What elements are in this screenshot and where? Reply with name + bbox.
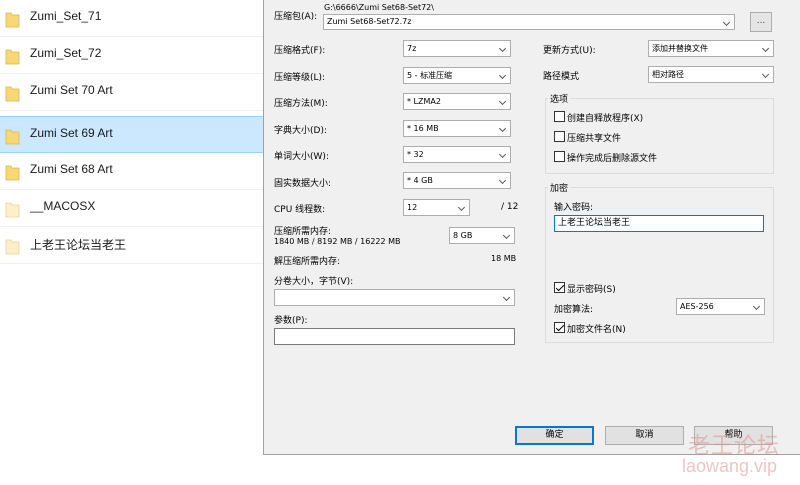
chevron-down-icon	[759, 67, 773, 82]
chevron-down-icon	[496, 41, 510, 56]
shared-files-checkbox[interactable]	[554, 131, 565, 142]
format-label: 压缩格式(F):	[274, 46, 326, 56]
archive-path: G:\6666\Zumi Set68-Set72\	[324, 3, 434, 12]
chevron-down-icon	[496, 121, 510, 136]
chevron-down-icon	[500, 290, 514, 305]
format-select[interactable]: 7z	[403, 40, 511, 57]
file-list-pane: Zumi_Set_71 Zumi_Set_72 Zumi Set 70 Art …	[0, 0, 263, 485]
dict-size-value: * 16 MB	[407, 124, 439, 133]
solid-block-select[interactable]: * 4 GB	[403, 172, 511, 189]
folder-icon	[5, 12, 20, 28]
file-row-zumi-set-72[interactable]: Zumi_Set_72	[0, 37, 263, 74]
chevron-down-icon[interactable]	[720, 15, 734, 29]
update-mode-select[interactable]: 添加并替换文件	[648, 40, 774, 57]
format-value: 7z	[407, 44, 417, 53]
word-size-label: 单词大小(W):	[274, 152, 329, 162]
decompress-memory-value: 18 MB	[491, 254, 517, 263]
word-size-value: * 32	[407, 150, 424, 159]
archive-name-combo[interactable]: Zumi Set68-Set72.7z	[323, 14, 735, 30]
chevron-down-icon	[496, 94, 510, 109]
chevron-down-icon	[496, 147, 510, 162]
solid-block-label: 固实数据大小:	[274, 179, 332, 189]
file-row-zumi-set-69-art[interactable]: Zumi Set 69 Art	[0, 116, 263, 153]
file-row-laowang[interactable]: 上老王论坛当老王	[0, 227, 263, 264]
cpu-threads-label: CPU 线程数:	[274, 205, 326, 215]
show-password-checkbox[interactable]	[554, 282, 565, 293]
password-label: 输入密码:	[554, 203, 594, 213]
update-mode-value: 添加并替换文件	[652, 44, 708, 53]
file-row-zumi-set-70-art[interactable]: Zumi Set 70 Art	[0, 74, 263, 111]
chevron-down-icon	[455, 200, 469, 215]
chevron-down-icon	[759, 41, 773, 56]
cpu-threads-max: / 12	[501, 202, 519, 212]
chevron-down-icon	[750, 299, 764, 314]
file-row-macosx[interactable]: __MACOSX	[0, 190, 263, 227]
add-to-archive-dialog: 压缩包(A): G:\6666\Zumi Set68-Set72\ Zumi S…	[263, 0, 800, 455]
folder-icon	[5, 239, 20, 255]
encrypt-names-checkbox[interactable]	[554, 322, 565, 333]
file-name: Zumi Set 68 Art	[30, 162, 113, 176]
browse-button[interactable]: ...	[750, 12, 772, 32]
memory-limit-value: 8 GB	[453, 231, 473, 240]
level-select[interactable]: 5 - 标准压缩	[403, 67, 511, 84]
folder-icon	[5, 165, 20, 181]
path-mode-label: 路径模式	[543, 72, 580, 82]
word-size-select[interactable]: * 32	[403, 146, 511, 163]
ok-button[interactable]: 确定	[515, 426, 594, 445]
path-mode-value: 相对路径	[652, 70, 684, 79]
compress-memory-detail: 1840 MB / 8192 MB / 16222 MB	[274, 237, 401, 246]
decompress-memory-label: 解压缩所需内存:	[274, 257, 341, 267]
options-title: 选项	[548, 92, 571, 105]
delete-after-label: 操作完成后删除源文件	[567, 154, 658, 164]
chevron-down-icon	[496, 68, 510, 83]
dict-size-label: 字典大小(D):	[274, 126, 327, 136]
path-mode-select[interactable]: 相对路径	[648, 66, 774, 83]
method-label: 压缩方法(M):	[274, 99, 328, 109]
folder-icon	[5, 129, 20, 145]
level-value: 5 - 标准压缩	[407, 71, 453, 80]
cpu-threads-select[interactable]: 12	[403, 199, 470, 216]
encryption-title: 加密	[548, 181, 571, 194]
file-name: Zumi_Set_71	[30, 9, 102, 23]
solid-block-value: * 4 GB	[407, 176, 433, 185]
update-mode-label: 更新方式(U):	[543, 46, 596, 56]
compress-memory-label: 压缩所需内存:	[274, 227, 332, 237]
encryption-method-label: 加密算法:	[554, 305, 594, 315]
delete-after-checkbox[interactable]	[554, 151, 565, 162]
dict-size-select[interactable]: * 16 MB	[403, 120, 511, 137]
shared-files-label: 压缩共享文件	[567, 134, 622, 144]
watermark-url: laowang.vip	[682, 456, 778, 476]
memory-limit-select[interactable]: 8 GB	[449, 227, 515, 244]
archive-name-value: Zumi Set68-Set72.7z	[327, 17, 412, 26]
split-volumes-combo[interactable]	[274, 289, 515, 306]
show-password-label: 显示密码(S)	[567, 285, 616, 295]
file-row-zumi-set-68-art[interactable]: Zumi Set 68 Art	[0, 153, 263, 190]
file-name: Zumi Set 70 Art	[30, 83, 113, 97]
parameters-label: 参数(P):	[274, 316, 308, 326]
folder-icon	[5, 86, 20, 102]
file-name: Zumi Set 69 Art	[30, 126, 113, 140]
file-row-zumi-set-71[interactable]: Zumi_Set_71	[0, 0, 263, 37]
file-name: Zumi_Set_72	[30, 46, 102, 60]
password-input[interactable]: 上老王论坛当老王	[554, 215, 764, 232]
method-select[interactable]: * LZMA2	[403, 93, 511, 110]
split-volumes-label: 分卷大小，字节(V):	[274, 277, 354, 287]
folder-icon	[5, 49, 20, 65]
chevron-down-icon	[500, 228, 514, 243]
method-value: * LZMA2	[407, 97, 441, 106]
folder-icon	[5, 202, 20, 218]
cpu-threads-value: 12	[407, 203, 418, 212]
encryption-method-select[interactable]: AES-256	[676, 298, 765, 315]
sfx-label: 创建自释放程序(X)	[567, 114, 644, 124]
file-name: __MACOSX	[30, 199, 96, 213]
cancel-button[interactable]: 取消	[605, 426, 684, 445]
chevron-down-icon	[496, 173, 510, 188]
sfx-checkbox[interactable]	[554, 111, 565, 122]
file-name: 上老王论坛当老王	[30, 238, 127, 252]
encrypt-names-label: 加密文件名(N)	[567, 325, 626, 335]
archive-label: 压缩包(A):	[274, 12, 318, 22]
level-label: 压缩等级(L):	[274, 73, 326, 83]
encryption-method-value: AES-256	[680, 302, 714, 311]
parameters-input[interactable]	[274, 328, 515, 345]
